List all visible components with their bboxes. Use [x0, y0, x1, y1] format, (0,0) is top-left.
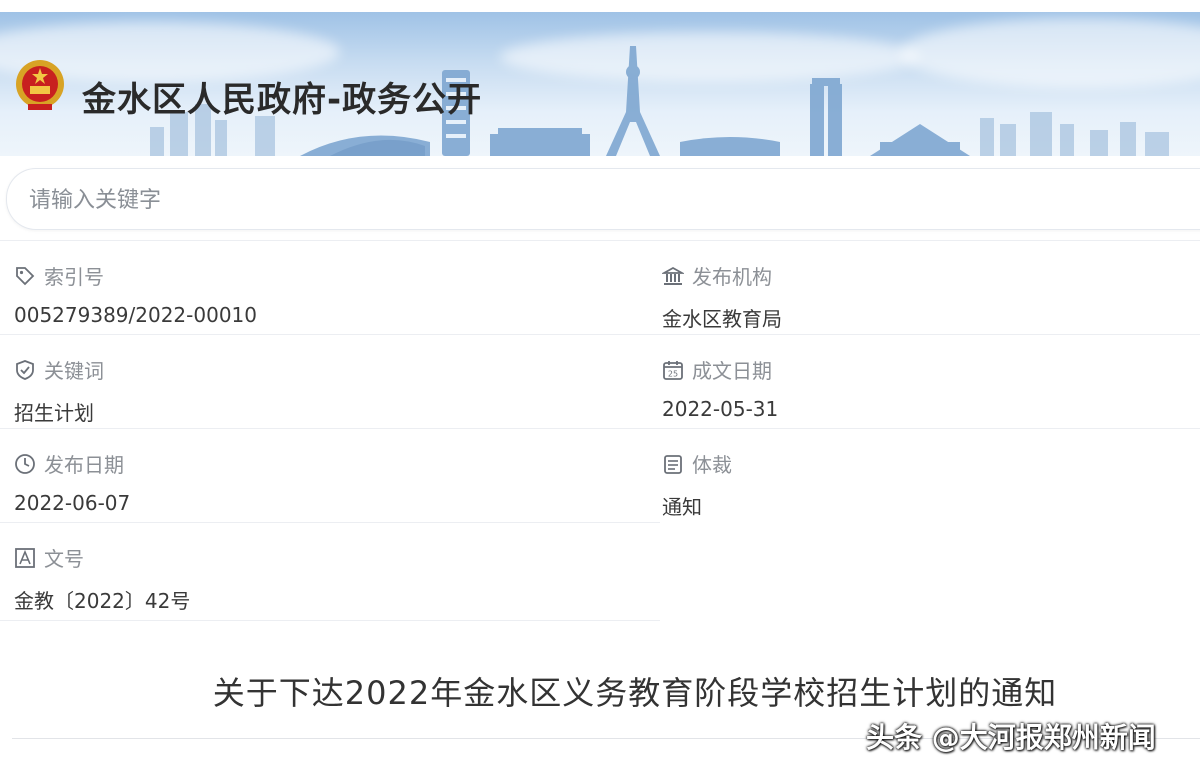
tag-icon: [16, 266, 35, 285]
calendar-icon: 25: [663, 360, 683, 380]
metadata-row: 文号 金教〔2022〕42号: [0, 522, 660, 616]
search-bar: [6, 168, 1200, 230]
index-number-label: 索引号: [44, 265, 104, 289]
metadata-row: 关键词 招生计划 25 成文日期 2022-05-31: [0, 334, 1200, 428]
genre-label: 体裁: [692, 453, 732, 477]
keywords-value: 招生计划: [14, 401, 94, 425]
source-watermark: 头条 @大河报郑州新闻: [866, 721, 1156, 754]
publisher-label: 发布机构: [692, 265, 772, 289]
written-date-label: 成文日期: [692, 359, 772, 383]
clock-icon: [15, 453, 35, 474]
index-number-value: 005279389/2022-00010: [14, 303, 257, 327]
document-title: 关于下达2022年金水区义务教育阶段学校招生计划的通知: [212, 674, 1058, 712]
doc-number-value: 金教〔2022〕42号: [14, 589, 191, 613]
national-emblem-icon: [16, 60, 64, 110]
written-date-value: 2022-05-31: [662, 397, 779, 421]
site-title: 金水区人民政府-政务公开: [82, 80, 483, 120]
keywords-field: 关键词 招生计划: [0, 335, 640, 429]
building-icon: [662, 266, 684, 285]
publish-date-value: 2022-06-07: [14, 491, 131, 515]
genre-field: 体裁 通知: [648, 429, 1200, 523]
document-list-icon: [664, 454, 682, 474]
section-divider: [0, 620, 660, 621]
genre-value: 通知: [662, 495, 702, 519]
doc-number-field: 文号 金教〔2022〕42号: [0, 523, 640, 617]
publisher-field: 发布机构 金水区教育局: [648, 241, 1200, 335]
text-a-icon: [15, 547, 35, 568]
publish-date-label: 发布日期: [44, 453, 124, 477]
doc-number-label: 文号: [44, 547, 84, 571]
metadata-row: 发布日期 2022-06-07 体裁 通知: [0, 428, 1200, 522]
search-input[interactable]: [29, 183, 1129, 217]
written-date-field: 25 成文日期 2022-05-31: [648, 335, 1200, 429]
publish-date-field: 发布日期 2022-06-07: [0, 429, 640, 523]
svg-text:25: 25: [668, 369, 678, 378]
publisher-value: 金水区教育局: [662, 307, 782, 331]
keywords-label: 关键词: [44, 359, 104, 383]
index-number-field: 索引号 005279389/2022-00010: [0, 241, 640, 335]
header-banner: 金水区人民政府-政务公开: [0, 12, 1200, 156]
metadata-row: 索引号 005279389/2022-00010 发布机构 金水区教育局: [0, 240, 1200, 334]
shield-check-icon: [16, 359, 34, 380]
